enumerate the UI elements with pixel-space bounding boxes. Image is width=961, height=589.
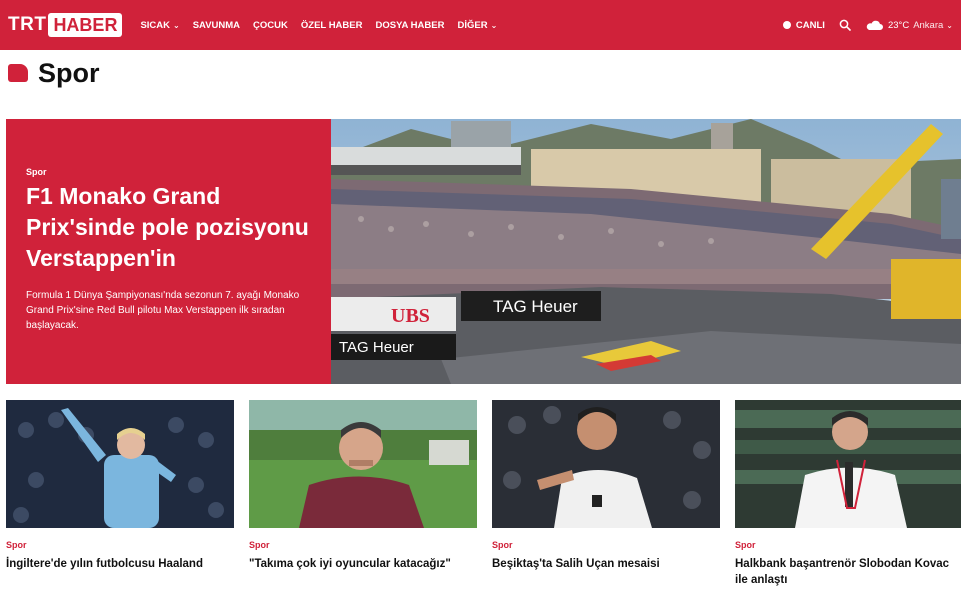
hero-title[interactable]: F1 Monako Grand Prix'sinde pole pozisyon… [26, 181, 311, 274]
cloud-icon [866, 20, 883, 30]
chevron-down-icon: ⌄ [490, 20, 498, 30]
weather-city: Ankara [913, 19, 944, 31]
trt-haber-logo[interactable]: TRT HABER [8, 12, 123, 38]
nav-item-dosya-haber[interactable]: DOSYA HABER [375, 20, 444, 31]
hero-text-panel: Spor F1 Monako Grand Prix'sinde pole poz… [6, 119, 331, 384]
ubs-sign: UBS [391, 305, 430, 327]
weather-widget[interactable]: 23°C Ankara ⌄ [865, 20, 953, 31]
hero-category: Spor [26, 167, 47, 177]
news-card-title[interactable]: Halkbank başantrenör Slobodan Kovac ile … [735, 556, 961, 588]
main-nav: SICAK ⌄ SAVUNMA ÇOCUK ÖZEL HABER DOSYA H… [140, 20, 510, 31]
hero-image[interactable]: UBS TAG Heuer TAG Heuer [331, 119, 961, 384]
monaco-grandstand-photo: UBS TAG Heuer TAG Heuer [331, 119, 961, 384]
news-card-title[interactable]: İngiltere'de yılın futbolcusu Haaland [6, 556, 234, 572]
trabzonspor-coach-photo [249, 400, 477, 528]
nav-item-label: DOSYA HABER [375, 19, 445, 31]
weather-temp: 23°C [887, 19, 910, 31]
section-heading: Spor [8, 58, 100, 88]
search-icon[interactable] [839, 19, 851, 31]
nav-item-cocuk[interactable]: ÇOCUK [253, 20, 288, 31]
news-card-category: Spor [735, 540, 756, 550]
section-marker-icon [8, 64, 28, 82]
tag-heuer-sign-lower: TAG Heuer [339, 339, 414, 356]
hero-story[interactable]: Spor F1 Monako Grand Prix'sinde pole poz… [6, 119, 961, 384]
live-button[interactable]: CANLI [782, 19, 825, 31]
tag-heuer-sign: TAG Heuer [493, 297, 578, 316]
news-card-image[interactable] [249, 400, 477, 528]
live-label: CANLI [795, 19, 825, 31]
news-card-title[interactable]: Beşiktaş'ta Salih Uçan mesaisi [492, 556, 720, 572]
top-nav-bar: TRT HABER SICAK ⌄ SAVUNMA ÇOCUK ÖZEL HAB… [0, 0, 961, 50]
news-card-grid: Spor İngiltere'de yılın futbolcusu Haala… [6, 400, 961, 588]
hero-description: Formula 1 Dünya Şampiyonası'nda sezonun … [26, 290, 300, 331]
news-card-title[interactable]: "Takıma çok iyi oyuncular katacağız" [249, 556, 477, 572]
news-card[interactable]: Spor "Takıma çok iyi oyuncular katacağız… [249, 400, 477, 588]
nav-item-label: SICAK [140, 19, 171, 31]
news-card[interactable]: Spor Halkbank başantrenör Slobodan Kovac… [735, 400, 961, 588]
news-card-image[interactable] [492, 400, 720, 528]
nav-item-label: SAVUNMA [192, 19, 241, 31]
logo-trt-text: TRT [8, 14, 47, 35]
chevron-down-icon: ⌄ [173, 20, 180, 30]
news-card[interactable]: Spor Beşiktaş'ta Salih Uçan mesaisi [492, 400, 720, 588]
slobodan-kovac-photo [735, 400, 961, 528]
page-title: Spor [38, 57, 100, 88]
salih-ucan-photo [492, 400, 720, 528]
logo-haber-text: HABER [48, 13, 123, 37]
chevron-down-icon: ⌄ [946, 20, 953, 30]
news-card-category: Spor [492, 540, 513, 550]
nav-item-diger[interactable]: DİĞER ⌄ [457, 20, 497, 31]
nav-item-label: DİĞER [457, 19, 488, 31]
news-card-category: Spor [249, 540, 270, 550]
news-card-category: Spor [6, 540, 27, 550]
nav-item-ozel-haber[interactable]: ÖZEL HABER [301, 20, 363, 31]
live-dot-icon [782, 21, 791, 29]
nav-item-label: ÖZEL HABER [300, 19, 363, 31]
nav-item-savunma[interactable]: SAVUNMA [193, 20, 240, 31]
header-tools: CANLI 23°C Ankara ⌄ [782, 0, 953, 50]
news-card-image[interactable] [6, 400, 234, 528]
nav-item-sicak[interactable]: SICAK ⌄ [140, 20, 179, 31]
haaland-photo [6, 400, 234, 528]
news-card[interactable]: Spor İngiltere'de yılın futbolcusu Haala… [6, 400, 234, 588]
nav-item-label: ÇOCUK [253, 19, 288, 31]
news-card-image[interactable] [735, 400, 961, 528]
